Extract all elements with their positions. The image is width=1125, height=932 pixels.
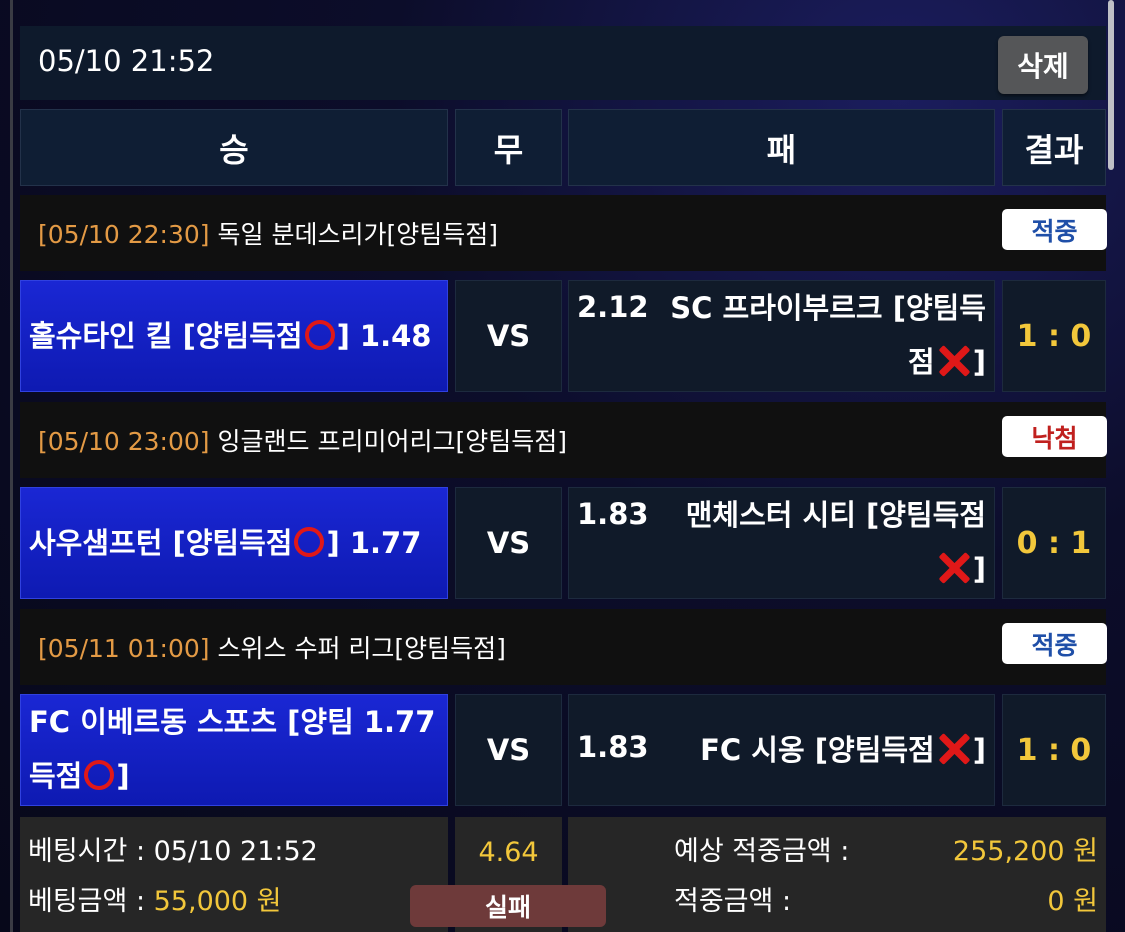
circle-icon [84,760,115,790]
away-bracket: ] [972,552,986,586]
league-name: 독일 분데스리가[양팀득점] [217,220,498,249]
bet-amount-label: 베팅금액 : [28,886,154,917]
match-time: [05/11 01:00] [38,634,210,663]
bet-amount: 베팅금액 : 55,000 원 [28,879,282,918]
status-badge: 적중 [1002,209,1107,250]
league-row: [05/11 01:00] 스위스 수퍼 리그[양팀득점] 적중 [20,609,1107,685]
expected-win-label: 예상 적중금액 : [674,836,850,867]
home-team-cell[interactable]: 사우샘프턴 [양팀득점 ] 1.77 [20,487,448,599]
away-team-name: 맨체스터 시티 [양팀득점 [685,498,986,532]
away-team-cell[interactable]: 1.83 맨체스터 시티 [양팀득점 ] [568,487,995,599]
expected-win-value: 255,200 원 [952,836,1098,867]
away-team-name-part: 점 [908,345,935,379]
away-team-name: SC 프라이부르크 [양팀득 [670,291,986,325]
won-amount-value: 0 원 [1047,886,1098,917]
score-cell: 1 : 0 [1002,280,1106,392]
home-bracket: ] [116,759,130,793]
away-bracket: ] [972,733,986,767]
league-info: [05/11 01:00] 스위스 수퍼 리그[양팀득점] [38,629,506,665]
x-icon [937,732,971,766]
vs-cell[interactable]: VS [455,694,562,806]
bet-time-value: 05/10 21:52 [153,836,318,867]
home-odds: ] 1.77 [326,526,422,560]
league-name: 잉글랜드 프리미어리그[양팀득점] [217,427,567,456]
score-cell: 1 : 0 [1002,694,1106,806]
status-badge: 낙첨 [1002,416,1107,457]
league-row: [05/10 22:30] 독일 분데스리가[양팀득점] 적중 [20,195,1107,271]
away-odds: 1.83 [577,730,649,764]
won-amount-label: 적중금액 : [674,886,792,917]
league-info: [05/10 23:00] 잉글랜드 프리미어리그[양팀득점] [38,422,567,458]
bet-time: 베팅시간 : 05/10 21:52 [28,829,318,868]
home-team-name-part: 득점 [29,759,83,793]
bet-datetime: 05/10 21:52 [38,44,215,78]
league-name: 스위스 수퍼 리그[양팀득점] [217,634,506,663]
outcome-badge: 실패 [410,885,606,927]
away-team-name: FC 시옹 [양팀득점] [700,723,986,777]
home-team-name: FC 이베르동 스포츠 [양팀 1.77 [29,705,436,739]
bet-summary-left: 베팅시간 : 05/10 21:52 베팅금액 : 55,000 원 [20,817,448,932]
home-team-name: 홀슈타인 킬 [양팀득점 [29,319,303,353]
away-odds: 2.12 [577,290,649,324]
away-team-name-cont: ] [935,542,986,596]
bet-amount-value: 55,000 원 [153,886,282,917]
column-header-result: 결과 [1002,109,1106,186]
home-odds: ] 1.48 [336,319,432,353]
home-team-label: 홀슈타인 킬 [양팀득점 ] 1.48 [29,309,439,363]
total-odds: 4.64 [478,837,539,868]
column-header-lose: 패 [568,109,995,186]
away-team-name-cont: 점] [908,335,986,389]
match-time: [05/10 22:30] [38,220,210,249]
bet-time-label: 베팅시간 : [28,836,154,867]
home-team-cell[interactable]: 홀슈타인 킬 [양팀득점 ] 1.48 [20,280,448,392]
x-icon [937,551,971,585]
match-time: [05/10 23:00] [38,427,210,456]
away-team-cell[interactable]: 1.83 FC 시옹 [양팀득점] [568,694,995,806]
home-team-name-cont: 득점] [29,749,439,803]
league-row: [05/10 23:00] 잉글랜드 프리미어리그[양팀득점] 낙첨 [20,402,1107,478]
column-header-win: 승 [20,109,448,186]
bet-summary-right: 예상 적중금액 : 255,200 원 적중금액 : 0 원 [568,817,1106,932]
left-divider [10,0,13,932]
home-team-name: 사우샘프턴 [양팀득점 [29,526,293,560]
score-cell: 0 : 1 [1002,487,1106,599]
away-odds: 1.83 [577,497,649,531]
league-info: [05/10 22:30] 독일 분데스리가[양팀득점] [38,215,498,251]
bet-slip-header: 05/10 21:52 삭제 [20,26,1106,100]
vs-cell[interactable]: VS [455,280,562,392]
away-team-name-part: FC 시옹 [양팀득점 [700,733,935,767]
home-team-cell[interactable]: FC 이베르동 스포츠 [양팀 1.77 득점] [20,694,448,806]
x-icon [937,344,971,378]
delete-button[interactable]: 삭제 [998,36,1088,94]
circle-icon [294,527,325,557]
scrollbar-thumb[interactable] [1108,0,1114,170]
away-bracket: ] [972,345,986,379]
away-team-cell[interactable]: 2.12 SC 프라이부르크 [양팀득 점] [568,280,995,392]
column-header-draw: 무 [455,109,562,186]
vs-cell[interactable]: VS [455,487,562,599]
home-team-label: 사우샘프턴 [양팀득점 ] 1.77 [29,516,439,570]
circle-icon [304,320,335,350]
status-badge: 적중 [1002,623,1107,664]
